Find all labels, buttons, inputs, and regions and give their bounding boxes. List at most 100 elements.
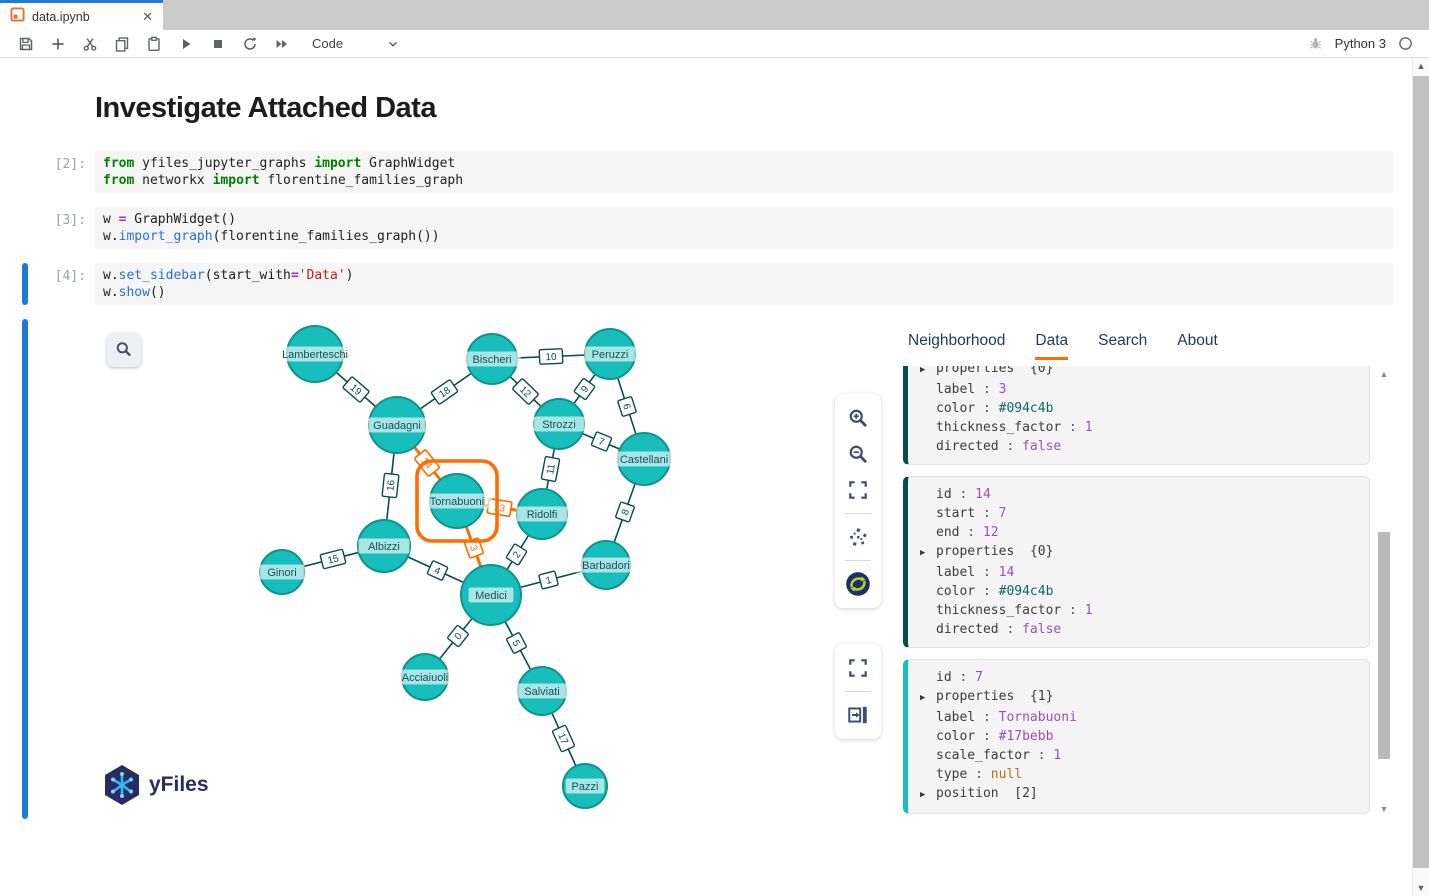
sidebar-tab-neighborhood[interactable]: Neighborhood xyxy=(908,332,1005,360)
graph-canvas[interactable]: 012456789101112151617181931314Lambertesc… xyxy=(95,319,895,819)
property-row: ▶properties {1} xyxy=(920,687,1357,708)
property-key: scale_factor xyxy=(936,746,1030,765)
graph-toolbar-main xyxy=(835,394,881,608)
graph-node-medici[interactable]: Medici xyxy=(461,565,521,625)
edge-label-11[interactable]: 11 xyxy=(541,456,560,481)
toolbar-buttons xyxy=(12,32,296,56)
organic-layout-button[interactable] xyxy=(841,520,875,554)
tab-close-icon[interactable]: ✕ xyxy=(142,9,153,25)
edge-label-0[interactable]: 0 xyxy=(447,625,469,647)
edge-label-8[interactable]: 8 xyxy=(615,502,634,522)
zoom-in-button[interactable] xyxy=(841,401,875,435)
scroll-down-icon[interactable]: ▼ xyxy=(1413,883,1429,893)
property-separator: : xyxy=(975,504,998,523)
edge-label-1[interactable]: 1 xyxy=(539,571,559,589)
edge-label-4[interactable]: 4 xyxy=(427,560,448,580)
graph-node-bischeri[interactable]: Bischeri xyxy=(463,334,520,384)
fast-forward-button[interactable] xyxy=(268,32,296,56)
graph-node-barbadori[interactable]: Barbadori xyxy=(574,541,637,589)
graph-node-castellani[interactable]: Castellani xyxy=(609,433,679,485)
edge-label-6[interactable]: 6 xyxy=(618,396,637,416)
edge-label-18[interactable]: 18 xyxy=(431,379,458,404)
cell-list: [2]:from yfiles_jupyter_graphs import Gr… xyxy=(0,151,1412,305)
row-indent xyxy=(920,380,936,399)
edge-label-9[interactable]: 9 xyxy=(574,378,595,400)
code-editor[interactable]: from yfiles_jupyter_graphs import GraphW… xyxy=(95,151,1393,193)
graph-node-albizzi[interactable]: Albizzi xyxy=(358,520,410,572)
graph-node-ridolfi[interactable]: Ridolfi xyxy=(516,489,567,539)
fullscreen-button[interactable] xyxy=(841,651,875,685)
edge-label-5[interactable]: 5 xyxy=(506,632,527,653)
graph-node-tornabuoni[interactable]: Tornabuoni xyxy=(422,474,492,528)
scroll-thumb[interactable] xyxy=(1413,76,1429,868)
code-cell: [3]:w = GraphWidget()w.import_graph(flor… xyxy=(0,207,1412,249)
property-value: 1 xyxy=(1085,418,1093,437)
interactive-layout-button[interactable] xyxy=(841,567,875,601)
sidebar-tab-search[interactable]: Search xyxy=(1098,332,1147,360)
edge-label-7[interactable]: 7 xyxy=(591,432,612,452)
sidebar-scroll-down-icon[interactable]: ▼ xyxy=(1377,804,1391,814)
expand-arrow-icon[interactable]: ▶ xyxy=(920,687,936,708)
data-card[interactable]: ▶properties {0}label : 3color : #094c4bt… xyxy=(903,366,1370,465)
data-card[interactable]: id : 14start : 7end : 12▶properties {0}l… xyxy=(903,476,1370,648)
graph-node-peruzzi[interactable]: Peruzzi xyxy=(584,329,635,379)
kernel-name[interactable]: Python 3 xyxy=(1335,36,1386,51)
property-row: ▶properties {0} xyxy=(920,366,1357,380)
property-separator: : xyxy=(975,380,998,399)
property-value: #17bebb xyxy=(999,727,1054,746)
edge-label-17[interactable]: 17 xyxy=(552,725,575,752)
graph-search-button[interactable] xyxy=(107,333,141,367)
code-editor[interactable]: w.set_sidebar(start_with='Data')w.show() xyxy=(95,263,1393,305)
add-button[interactable] xyxy=(44,32,72,56)
scroll-up-icon[interactable]: ▲ xyxy=(1413,61,1429,71)
svg-text:13: 13 xyxy=(493,502,506,515)
sidebar-tab-data[interactable]: Data xyxy=(1035,332,1068,360)
property-value: 1 xyxy=(1053,746,1061,765)
graph-node-guadagni[interactable]: Guadagni xyxy=(368,397,425,453)
row-indent xyxy=(920,437,936,456)
graph-node-ginori[interactable]: Ginori xyxy=(260,550,305,594)
tab-data-ipynb[interactable]: data.ipynb ✕ xyxy=(0,0,163,30)
zoom-out-button[interactable] xyxy=(841,437,875,471)
copy-button[interactable] xyxy=(108,32,136,56)
fit-content-button[interactable] xyxy=(841,473,875,507)
sidebar-tab-about[interactable]: About xyxy=(1177,332,1218,360)
property-separator: : xyxy=(1030,746,1053,765)
toggle-sidebar-button[interactable] xyxy=(841,698,875,732)
cut-button[interactable] xyxy=(76,32,104,56)
sidebar-scroll-thumb[interactable] xyxy=(1378,532,1390,759)
edge-label-10[interactable]: 10 xyxy=(539,349,563,364)
run-button[interactable] xyxy=(172,32,200,56)
sidebar-scroll-up-icon[interactable]: ▲ xyxy=(1377,369,1391,379)
paste-button[interactable] xyxy=(140,32,168,56)
property-key: position xyxy=(936,784,999,805)
property-separator: : xyxy=(952,485,975,504)
property-separator: : xyxy=(999,620,1022,639)
graph-node-salviati[interactable]: Salviati xyxy=(513,667,570,715)
save-button[interactable] xyxy=(12,32,40,56)
restart-button[interactable] xyxy=(236,32,264,56)
row-indent xyxy=(920,765,936,784)
edge-label-16[interactable]: 16 xyxy=(382,473,399,497)
cut-icon xyxy=(82,36,98,52)
graph-node-pazzi[interactable]: Pazzi xyxy=(563,764,607,808)
expand-arrow-icon[interactable]: ▶ xyxy=(920,366,936,380)
svg-text:Albizzi: Albizzi xyxy=(368,541,400,553)
graph-node-lamberteschi[interactable]: Lamberteschi xyxy=(274,326,356,382)
expand-arrow-icon[interactable]: ▶ xyxy=(920,784,936,805)
graph-node-strozzi[interactable]: Strozzi xyxy=(533,399,584,449)
sidebar-scrollbar: ▲ ▼ xyxy=(1377,369,1391,814)
edge-label-2[interactable]: 2 xyxy=(506,544,527,566)
kernel-status-icon[interactable] xyxy=(1398,36,1413,51)
svg-text:Peruzzi: Peruzzi xyxy=(592,349,629,361)
property-value: 12 xyxy=(983,523,999,542)
debugger-bug-icon[interactable] xyxy=(1308,36,1323,51)
graph-node-acciaiuoli[interactable]: Acciaiuoli xyxy=(390,654,460,700)
stop-button[interactable] xyxy=(204,32,232,56)
expand-arrow-icon[interactable]: ▶ xyxy=(920,542,936,563)
code-editor[interactable]: w = GraphWidget()w.import_graph(florenti… xyxy=(95,207,1393,249)
data-card[interactable]: id : 7▶properties {1}label : Tornabuonic… xyxy=(903,659,1370,814)
edge-label-15[interactable]: 15 xyxy=(320,549,346,569)
cell-type-dropdown[interactable]: Code xyxy=(312,36,400,51)
zoom-in-icon xyxy=(847,407,869,429)
